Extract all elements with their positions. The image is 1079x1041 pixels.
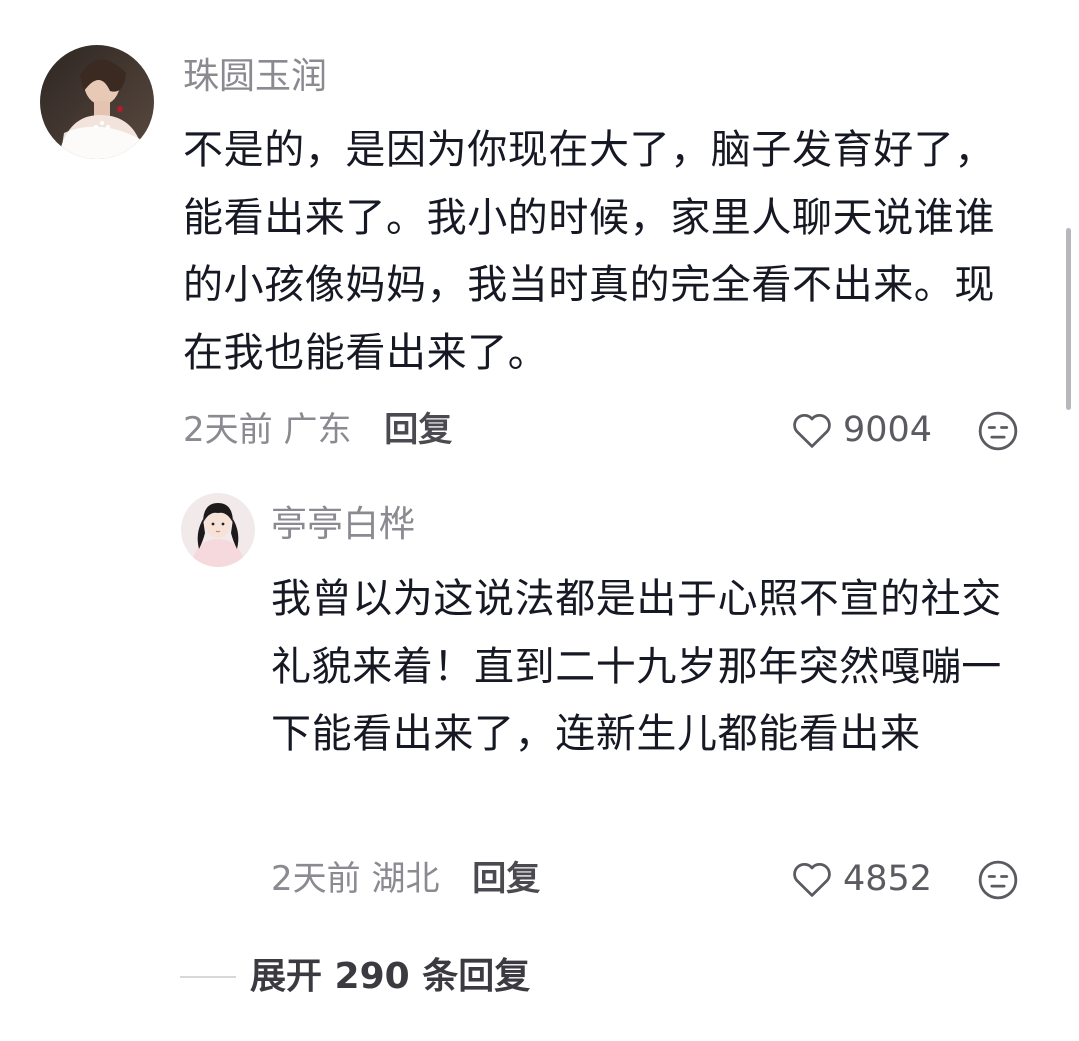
divider-line: [180, 976, 236, 978]
like-count: 9004: [843, 410, 933, 450]
username[interactable]: 亭亭白桦: [271, 505, 415, 545]
like-button[interactable]: 4852: [791, 859, 932, 899]
dislike-button[interactable]: [977, 410, 1019, 452]
dislike-button[interactable]: [977, 859, 1019, 901]
comment-text: 我曾以为这说法都是出于心照不宣的社交礼貌来着！直到二十九岁那年突然嘎嘣一下能看出…: [271, 576, 1002, 757]
comment-time: 2天前: [271, 859, 361, 899]
heart-outline-icon: [793, 863, 831, 897]
comment-meta: 2天前 广东 回复: [183, 410, 452, 450]
comment-text: 不是的，是因为你现在大了，脑子发育好了，能看出来了。我小的时候，家里人聊天说谁谁…: [183, 127, 995, 376]
avatar-image: [181, 493, 255, 567]
neutral-face-icon: [978, 411, 1018, 451]
heart-outline-icon: [793, 414, 831, 448]
reply-button[interactable]: 回复: [384, 410, 452, 450]
scrollbar[interactable]: [1066, 228, 1071, 410]
comment-time: 2天前: [183, 410, 273, 450]
avatar[interactable]: [181, 493, 255, 567]
avatar[interactable]: [40, 45, 154, 159]
avatar-image: [40, 45, 154, 159]
neutral-face-icon: [978, 860, 1018, 900]
comment-location: 湖北: [371, 859, 440, 899]
like-button[interactable]: 9004: [791, 410, 932, 450]
expand-replies-button[interactable]: 展开 290 条回复: [180, 955, 530, 999]
expand-replies-label: 展开 290 条回复: [250, 956, 531, 997]
like-count: 4852: [843, 859, 933, 899]
reply-button[interactable]: 回复: [472, 859, 540, 899]
comment-location: 广东: [283, 410, 352, 450]
username[interactable]: 珠圆玉润: [183, 57, 327, 97]
comment-meta: 2天前 湖北 回复: [271, 859, 540, 899]
